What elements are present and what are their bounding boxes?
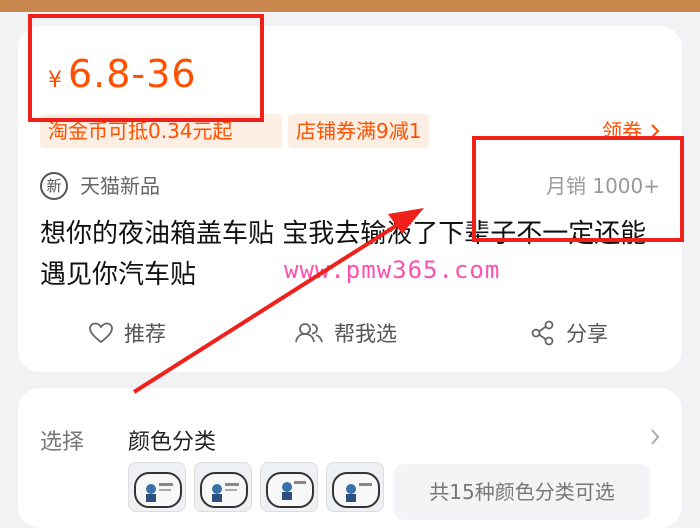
annotation-arrow <box>132 208 424 394</box>
